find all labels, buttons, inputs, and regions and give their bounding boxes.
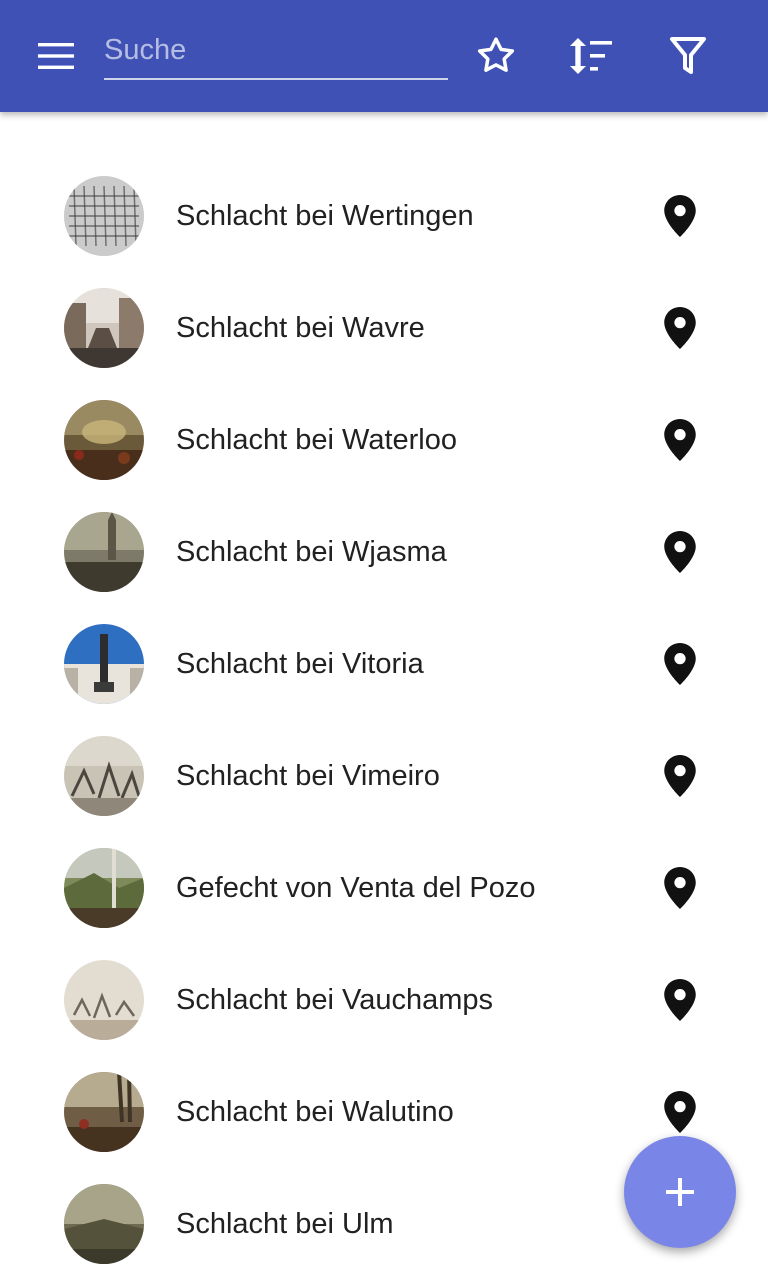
item-title: Schlacht bei Vauchamps <box>176 984 494 1016</box>
map-pin-button[interactable] <box>656 528 704 576</box>
thumbnail <box>64 512 144 592</box>
thumbnail <box>64 736 144 816</box>
thumbnail <box>64 1184 144 1264</box>
item-title: Schlacht bei Waterloo <box>176 424 458 456</box>
battle-painting-image <box>64 512 144 592</box>
map-pin-button[interactable] <box>656 752 704 800</box>
filter-icon <box>670 37 706 74</box>
map-pin-icon <box>664 755 696 797</box>
menu-icon <box>38 43 74 69</box>
favorites-button[interactable] <box>468 28 524 84</box>
list-item[interactable]: Schlacht bei Waterloo <box>0 384 768 496</box>
item-title: Schlacht bei Ulm <box>176 1208 394 1240</box>
thumbnail <box>64 624 144 704</box>
map-pin-icon <box>664 307 696 349</box>
list-item[interactable]: Schlacht bei Wjasma <box>0 496 768 608</box>
battle-list: Schlacht bei Wertingen Schlacht bei Wavr… <box>0 160 768 1280</box>
list-item[interactable]: Gefecht von Venta del Pozo <box>0 832 768 944</box>
plus-icon <box>666 1178 694 1206</box>
battle-painting-image <box>64 1072 144 1152</box>
thumbnail <box>64 176 144 256</box>
search-input[interactable] <box>104 22 448 80</box>
item-title: Gefecht von Venta del Pozo <box>176 872 536 904</box>
map-pin-icon <box>664 195 696 237</box>
landscape-painting-image <box>64 1184 144 1264</box>
map-pin-button[interactable] <box>656 640 704 688</box>
sort-button[interactable] <box>563 28 619 84</box>
map-pin-button[interactable] <box>656 416 704 464</box>
filter-button[interactable] <box>660 28 716 84</box>
item-title: Schlacht bei Wavre <box>176 312 425 344</box>
battle-painting-image <box>64 400 144 480</box>
engraving-image <box>64 176 144 256</box>
map-pin-icon <box>664 643 696 685</box>
monument-photo-image <box>64 624 144 704</box>
list-item[interactable]: Schlacht bei Wavre <box>0 272 768 384</box>
list-item[interactable]: Schlacht bei Vitoria <box>0 608 768 720</box>
map-pin-button[interactable] <box>656 864 704 912</box>
sort-icon <box>570 38 612 74</box>
list-item[interactable]: Schlacht bei Vimeiro <box>0 720 768 832</box>
map-pin-icon <box>664 419 696 461</box>
street-photo-image <box>64 288 144 368</box>
star-outline-icon <box>477 37 515 72</box>
map-pin-button[interactable] <box>656 1088 704 1136</box>
item-title: Schlacht bei Vitoria <box>176 648 424 680</box>
app-screen: Schlacht bei Wertingen Schlacht bei W <box>0 0 768 1280</box>
map-pin-button[interactable] <box>656 192 704 240</box>
map-pin-button[interactable] <box>656 304 704 352</box>
item-title: Schlacht bei Wjasma <box>176 536 447 568</box>
map-pin-icon <box>664 531 696 573</box>
item-title: Schlacht bei Wertingen <box>176 200 474 232</box>
landscape-photo-image <box>64 848 144 928</box>
menu-button[interactable] <box>24 32 88 80</box>
add-button[interactable] <box>624 1136 736 1248</box>
item-title: Schlacht bei Walutino <box>176 1096 454 1128</box>
thumbnail <box>64 1072 144 1152</box>
map-pin-icon <box>664 867 696 909</box>
engraving-image <box>64 736 144 816</box>
map-pin-button[interactable] <box>656 976 704 1024</box>
thumbnail <box>64 400 144 480</box>
map-pin-icon <box>664 979 696 1021</box>
item-title: Schlacht bei Vimeiro <box>176 760 440 792</box>
battle-sketch-image <box>64 960 144 1040</box>
list-item[interactable]: Schlacht bei Wertingen <box>0 160 768 272</box>
list-item[interactable]: Schlacht bei Vauchamps <box>0 944 768 1056</box>
map-pin-icon <box>664 1091 696 1133</box>
app-bar <box>0 0 768 112</box>
thumbnail <box>64 288 144 368</box>
thumbnail <box>64 848 144 928</box>
search-field <box>104 22 448 82</box>
thumbnail <box>64 960 144 1040</box>
